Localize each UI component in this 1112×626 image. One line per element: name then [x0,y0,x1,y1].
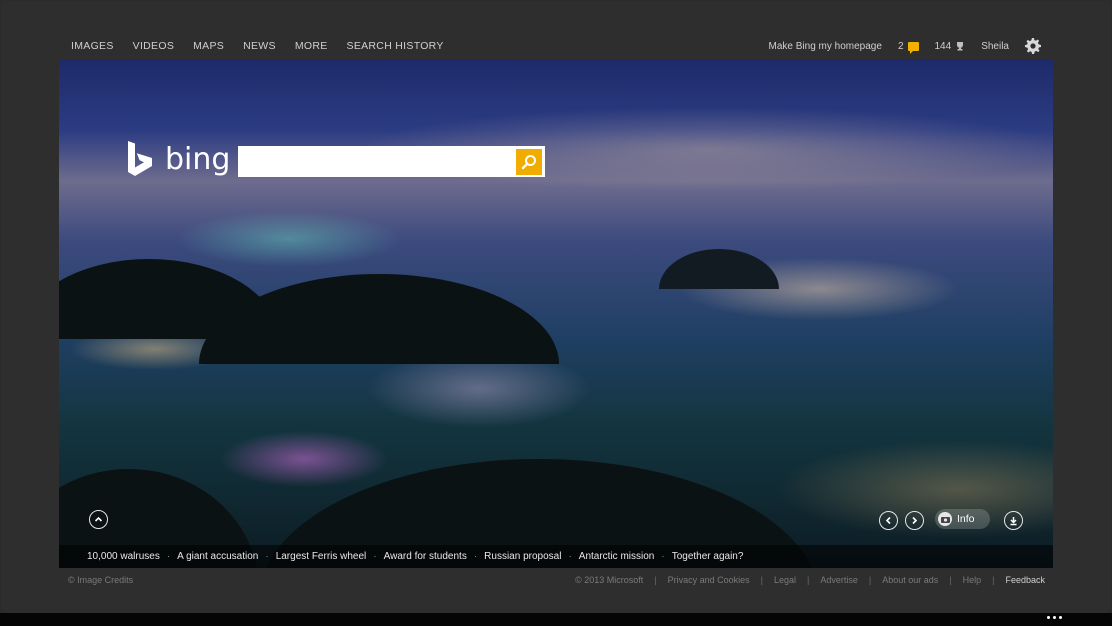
footer-link-feedback[interactable]: Feedback [1005,575,1045,585]
hero-image: bing Info 10,000 walruses · A giant accu… [59,59,1053,568]
search-icon [521,155,536,170]
separator-dot: · [568,551,572,562]
footer-link-legal[interactable]: Legal [774,575,796,585]
headline-link[interactable]: 10,000 walruses [87,551,160,562]
search-input[interactable] [238,146,524,177]
separator-dot: · [265,551,269,562]
headline-link[interactable]: Award for students [384,551,467,562]
next-image-button[interactable] [905,511,924,530]
nav-videos[interactable]: VIDEOS [133,40,174,52]
top-nav: IMAGES VIDEOS MAPS NEWS MORE SEARCH HIST… [71,40,444,52]
user-name[interactable]: Sheila [981,41,1009,52]
footer-separator: | [992,575,995,585]
footer-links: © 2013 Microsoft | Privacy and Cookies | L… [575,575,1045,585]
logo-text: bing [165,141,231,177]
expand-up-button[interactable] [89,510,108,529]
search-button[interactable] [516,149,542,175]
separator-dot: · [661,551,665,562]
nav-more[interactable]: MORE [295,40,328,52]
bing-logo-mark [128,141,152,176]
search-box [238,146,545,177]
message-icon [907,41,919,54]
trophy-icon [957,42,964,51]
footer-separator: | [868,575,872,585]
make-homepage-link[interactable]: Make Bing my homepage [769,41,882,52]
headline-link[interactable]: A giant accusation [177,551,258,562]
chevron-right-icon [912,516,918,525]
nav-images[interactable]: IMAGES [71,40,114,52]
separator-dot: · [166,551,171,562]
separator-dot: · [373,551,377,562]
headline-link[interactable]: Together again? [672,551,744,562]
hill-silhouette [59,259,279,339]
chevron-left-icon [885,516,891,525]
download-icon [1010,516,1017,525]
footer-link-advertise[interactable]: Advertise [820,575,858,585]
footer-link-privacy[interactable]: Privacy and Cookies [668,575,750,585]
nav-maps[interactable]: MAPS [193,40,224,52]
news-headlines-bar: 10,000 walruses · A giant accusation · Lar… [59,545,1053,568]
browser-frame: IMAGES VIDEOS MAPS NEWS MORE SEARCH HIST… [1,1,1111,613]
info-label: Info [957,513,975,525]
rewards-count: 144 [934,40,952,52]
footer-separator: | [807,575,810,585]
headline-link[interactable]: Russian proposal [484,551,561,562]
chevron-up-icon [94,516,103,522]
footer-link-about-ads[interactable]: About our ads [882,575,938,585]
gear-icon[interactable] [1025,38,1041,54]
bing-logo[interactable]: bing [127,141,230,177]
messages-count: 2 [897,40,904,52]
previous-image-button[interactable] [879,511,898,530]
info-button[interactable]: Info [935,509,990,529]
app-bar [0,613,1112,626]
hill-silhouette [659,249,779,289]
separator-dot: · [473,551,478,562]
footer-separator: | [654,575,657,585]
nav-news[interactable]: NEWS [243,40,276,52]
messages-button[interactable]: 2 [897,40,919,54]
camera-icon [938,512,952,526]
image-credits-link[interactable]: © Image Credits [68,575,133,585]
headline-link[interactable]: Largest Ferris wheel [276,551,367,562]
copyright-text: © 2013 Microsoft [575,575,644,585]
footer-separator: | [949,575,952,585]
nav-search-history[interactable]: SEARCH HISTORY [347,40,444,52]
footer-link-help[interactable]: Help [963,575,982,585]
rewards-button[interactable]: 144 [935,41,966,52]
footer-separator: | [760,575,763,585]
more-options-icon[interactable] [1047,616,1062,619]
download-button[interactable] [1004,511,1023,530]
headline-link[interactable]: Antarctic mission [579,551,655,562]
header-right: Make Bing my homepage 2 144 Sheila [769,38,1041,54]
